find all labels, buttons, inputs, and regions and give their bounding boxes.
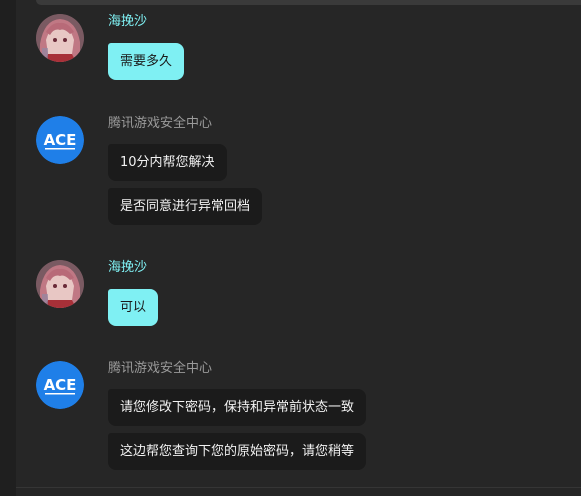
message-bubble[interactable]: 请您修改下密码，保持和异常前状态一致 [108,389,367,426]
user-avatar[interactable] [36,14,84,62]
sender-name: 海挽沙 [108,260,148,275]
left-rail [0,0,16,496]
user-avatar[interactable] [36,260,84,308]
message-bubble[interactable]: 这边帮您查询下您的原始密码，请您稍等 [108,433,367,470]
ace-logo-icon: ACE [36,361,84,409]
ace-logo-icon: ACE [36,116,84,164]
anime-girl-avatar-icon [36,260,84,308]
ace-logo-text: ACE [44,376,77,394]
message-bubble[interactable]: 10分内帮您解决 [108,144,227,181]
chat-window: 海挽沙 需要多久 ACE 腾讯游戏安全中心 10分内帮您解决 是否同意进行异常回… [0,0,581,496]
top-divider [36,0,581,5]
message-bubble[interactable]: 是否同意进行异常回档 [108,188,263,225]
ace-avatar[interactable]: ACE [36,361,84,409]
message-bubble[interactable]: 需要多久 [108,43,185,80]
sender-name: 海挽沙 [108,14,148,29]
sender-name: 腾讯游戏安全中心 [108,361,213,376]
anime-girl-avatar-icon [36,14,84,62]
ace-logo-text: ACE [44,131,77,149]
sender-name: 腾讯游戏安全中心 [108,116,213,131]
bottom-divider [16,487,581,488]
ace-avatar[interactable]: ACE [36,116,84,164]
message-bubble[interactable]: 可以 [108,289,159,326]
